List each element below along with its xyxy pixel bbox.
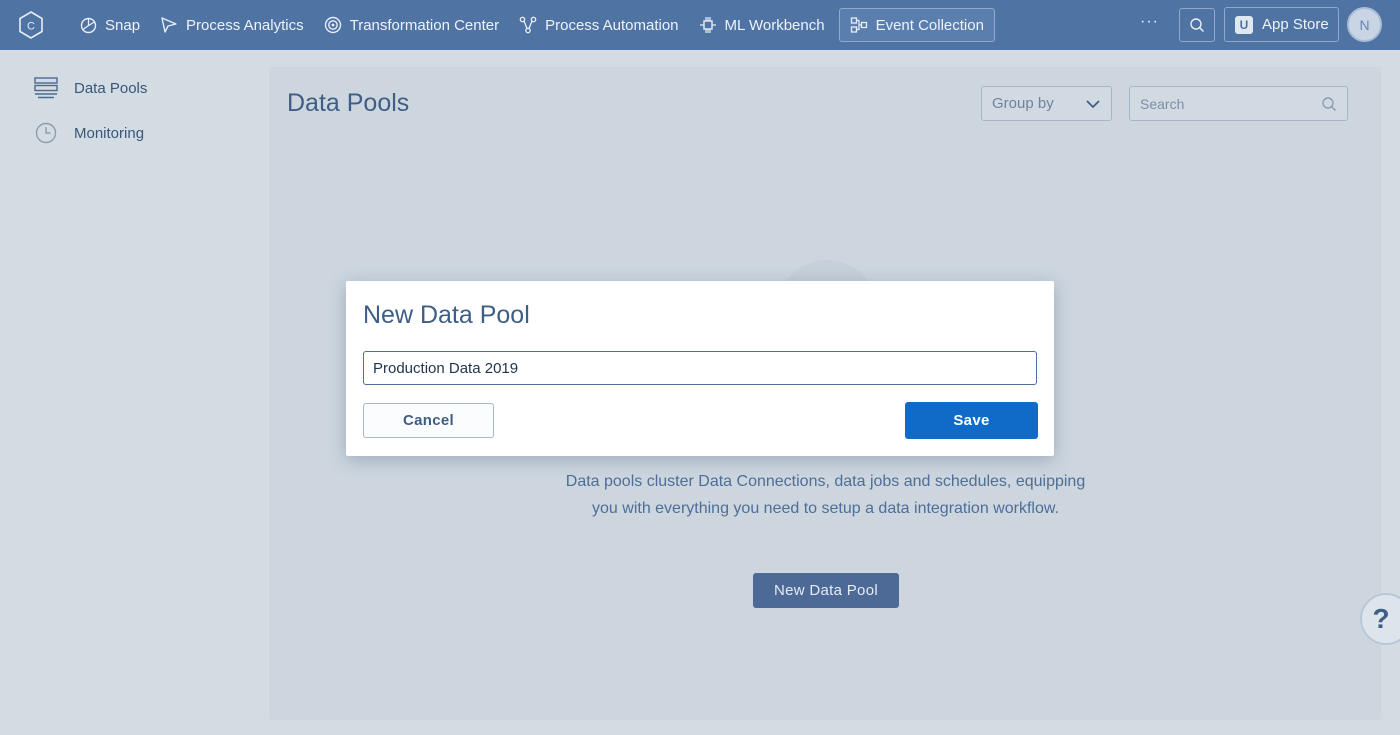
- nav-item-process-automation[interactable]: Process Automation: [509, 8, 688, 42]
- sidebar-item-monitoring[interactable]: Monitoring: [34, 121, 144, 145]
- cancel-button[interactable]: Cancel: [363, 403, 494, 438]
- new-data-pool-dialog: New Data Pool Cancel Save: [346, 281, 1054, 456]
- search-field[interactable]: [1129, 86, 1348, 121]
- monitoring-icon: [34, 121, 58, 145]
- sidebar-item-data-pools[interactable]: Data Pools: [34, 76, 147, 100]
- group-by-select[interactable]: Group by: [981, 86, 1112, 121]
- target-icon: [324, 16, 342, 34]
- event-collection-icon: [850, 16, 868, 34]
- nav-label-snap: Snap: [105, 16, 141, 34]
- search-icon: [1322, 97, 1337, 112]
- analytics-icon: [160, 16, 178, 34]
- nav-label-process-automation: Process Automation: [545, 16, 679, 34]
- search-icon: [1190, 18, 1205, 33]
- app-store-icon: U: [1235, 15, 1253, 34]
- app-store-button[interactable]: U App Store: [1224, 7, 1339, 42]
- sidebar-item-label: Data Pools: [74, 79, 148, 97]
- save-button[interactable]: Save: [905, 402, 1038, 439]
- chevron-down-icon: [1086, 100, 1100, 109]
- search-input[interactable]: [1130, 87, 1347, 120]
- nav-label-event-collection: Event Collection: [875, 16, 984, 34]
- data-pools-icon: [34, 76, 58, 100]
- group-by-label: Group by: [992, 95, 1054, 112]
- empty-state-description: Data pools cluster Data Connections, dat…: [565, 473, 1086, 517]
- dialog-title: New Data Pool: [363, 301, 530, 329]
- global-search-button[interactable]: [1179, 8, 1215, 42]
- nav-item-process-analytics[interactable]: Process Analytics: [150, 8, 314, 42]
- sidebar: Data Pools Monitoring: [0, 50, 266, 735]
- help-icon: ?: [1372, 603, 1390, 634]
- nav-item-snap[interactable]: Snap: [69, 8, 150, 42]
- workbench-icon: [699, 16, 717, 34]
- top-navigation: C Snap Process Analytics Transformation …: [0, 0, 1400, 50]
- automation-icon: [519, 16, 537, 34]
- new-data-pool-button[interactable]: New Data Pool: [753, 573, 899, 608]
- nav-label-process-analytics: Process Analytics: [186, 16, 304, 34]
- snap-icon: [79, 16, 97, 34]
- nav-item-ml-workbench[interactable]: ML Workbench: [689, 8, 835, 42]
- logo-icon[interactable]: C: [9, 0, 53, 50]
- nav-item-transformation-center[interactable]: Transformation Center: [314, 8, 510, 42]
- sidebar-item-label: Monitoring: [74, 124, 145, 142]
- nav-label-ml-workbench: ML Workbench: [724, 16, 825, 34]
- svg-text:C: C: [27, 21, 35, 33]
- nav-label-transformation-center: Transformation Center: [349, 16, 500, 34]
- more-menu-icon[interactable]: ···: [1140, 13, 1159, 31]
- avatar[interactable]: N: [1347, 7, 1382, 42]
- nav-item-event-collection[interactable]: Event Collection: [838, 8, 995, 42]
- data-pool-name-input[interactable]: [363, 351, 1037, 385]
- app-store-label: App Store: [1262, 16, 1329, 33]
- page-title: Data Pools: [287, 89, 410, 117]
